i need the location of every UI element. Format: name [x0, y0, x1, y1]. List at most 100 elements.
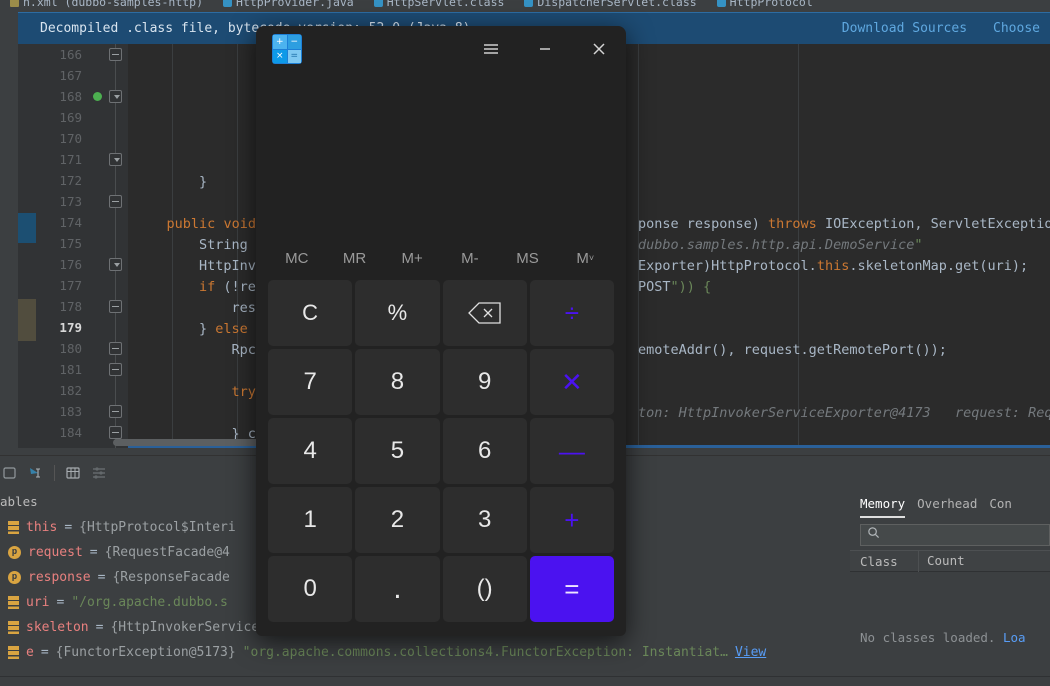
memory-subtract-button[interactable]: M- — [441, 242, 499, 274]
tab-console[interactable]: Con — [989, 496, 1012, 518]
editor-horizontal-scrollbar[interactable] — [113, 439, 278, 446]
class-file-icon — [373, 0, 383, 7]
variable-equals: = — [56, 595, 65, 610]
stack-frame-icon — [8, 646, 19, 659]
settings-table-icon[interactable] — [65, 465, 81, 481]
editor-tab-2[interactable]: HttpServlet.class — [364, 0, 515, 9]
memory-load-classes-link[interactable]: Loa — [1003, 630, 1026, 645]
editor-tab-label: n.xml (dubbo-samples-http) — [23, 0, 204, 9]
stack-frame-icon — [8, 521, 19, 534]
code-folding-column[interactable] — [104, 44, 128, 448]
digit-1-button[interactable]: 1 — [268, 487, 353, 553]
mute-breakpoints-icon[interactable] — [28, 465, 44, 481]
line-number: 169 — [59, 110, 82, 125]
line-number: 177 — [59, 278, 82, 293]
calculator-icon-times: × — [273, 49, 287, 63]
window-controls[interactable] — [464, 26, 626, 72]
backspace-button[interactable] — [442, 280, 527, 346]
memory-clear-button[interactable]: MC — [268, 242, 326, 274]
fold-guide-line — [115, 44, 116, 448]
editor-tab-label: DispatcherServlet.class — [537, 0, 697, 9]
editor-tab-3[interactable]: DispatcherServlet.class — [514, 0, 706, 9]
tab-memory[interactable]: Memory — [860, 496, 906, 518]
minimize-icon[interactable] — [518, 26, 572, 72]
memory-recall-button[interactable]: MR — [326, 242, 384, 274]
choose-sources-link[interactable]: Choose — [993, 21, 1040, 36]
fold-toggle-168[interactable] — [109, 90, 122, 103]
subtract-button[interactable]: — — [529, 418, 614, 484]
memory-panel[interactable]: Memory Overhead Con Class Count No class… — [850, 490, 1050, 686]
digit-7-button[interactable]: 7 — [268, 349, 353, 415]
multiply-button[interactable]: ✕ — [529, 349, 614, 415]
search-icon — [867, 526, 880, 544]
clear-button[interactable]: C — [268, 280, 353, 346]
download-sources-link[interactable]: Download Sources — [842, 21, 967, 36]
digit-9-button[interactable]: 9 — [442, 349, 527, 415]
variable-name: this — [26, 520, 58, 535]
evaluate-expression-icon[interactable] — [2, 465, 18, 481]
variable-name: request — [28, 545, 83, 560]
digit-8-button[interactable]: 8 — [355, 349, 440, 415]
line-number: 182 — [59, 383, 82, 398]
add-button[interactable]: + — [529, 487, 614, 553]
fold-toggle-181[interactable] — [109, 363, 122, 376]
percent-button[interactable]: % — [355, 280, 440, 346]
variable-equals: = — [97, 570, 106, 585]
fold-toggle-180[interactable] — [109, 342, 122, 355]
digit-2-button[interactable]: 2 — [355, 487, 440, 553]
calculator-window[interactable]: + − × = MCMRM+M-MSM˅ C% ÷ 789✕ — [256, 26, 626, 636]
line-number: 170 — [59, 131, 82, 146]
editor-tab-4[interactable]: HttpProtocol — [707, 0, 823, 9]
stack-frame-icon — [8, 621, 19, 634]
digit-4-button[interactable]: 4 — [268, 418, 353, 484]
screen: n.xml (dubbo-samples-http) HttpProvider.j… — [0, 0, 1050, 686]
editor-gutter[interactable] — [18, 44, 36, 448]
memory-dropdown-button[interactable]: M ˅ — [556, 242, 614, 274]
fold-toggle-178[interactable] — [109, 300, 122, 313]
memory-empty-state: No classes loaded. Loa — [850, 630, 1050, 645]
line-number: 172 — [59, 173, 82, 188]
memory-add-button[interactable]: M+ — [383, 242, 441, 274]
variable-extra: "org.apache.commons.collections4.Functor… — [242, 645, 728, 660]
fold-toggle-166[interactable] — [109, 48, 122, 61]
fold-toggle-184[interactable] — [109, 426, 122, 439]
digit-5-button[interactable]: 5 — [355, 418, 440, 484]
line-number: 178 — [59, 299, 82, 314]
fold-toggle-176[interactable] — [109, 258, 122, 271]
fold-toggle-171[interactable] — [109, 153, 122, 166]
fold-toggle-183[interactable] — [109, 405, 122, 418]
digit-3-button[interactable]: 3 — [442, 487, 527, 553]
hamburger-menu-icon[interactable] — [464, 26, 518, 72]
line-number: 171 — [59, 152, 82, 167]
calculator-title-bar[interactable]: + − × = — [256, 26, 626, 72]
line-number: 180 — [59, 341, 82, 356]
close-icon[interactable] — [572, 26, 626, 72]
memory-search-input[interactable] — [860, 524, 1050, 546]
variable-row[interactable]: e = {FunctorException@5173} "org.apache.com… — [0, 640, 850, 665]
memory-store-button[interactable]: MS — [499, 242, 557, 274]
inspection-bulb-icon[interactable] — [93, 92, 102, 101]
memory-table-header: Class Count — [850, 550, 1050, 572]
digit-0-button[interactable]: 0 — [268, 556, 353, 622]
editor-tab-label: HttpServlet.class — [386, 0, 505, 9]
calculator-icon-equals: = — [287, 49, 301, 63]
variable-equals: = — [64, 520, 73, 535]
divide-button[interactable]: ÷ — [529, 280, 614, 346]
equals-button[interactable]: = — [529, 556, 614, 622]
tab-overhead[interactable]: Overhead — [917, 496, 977, 518]
editor-tab-0[interactable]: n.xml (dubbo-samples-http) — [0, 0, 213, 9]
view-value-link[interactable]: View — [735, 645, 766, 660]
fold-toggle-173[interactable] — [109, 195, 122, 208]
parentheses-button[interactable]: () — [442, 556, 527, 622]
decimal-button[interactable]: . — [355, 556, 440, 622]
editor-tab-1[interactable]: HttpProvider.java — [213, 0, 364, 9]
layout-settings-icon[interactable] — [91, 465, 107, 481]
variable-value: {ResponseFacade — [112, 570, 230, 585]
variable-equals: = — [95, 620, 104, 635]
editor-tab-strip: n.xml (dubbo-samples-http) HttpProvider.j… — [0, 0, 1050, 10]
digit-6-button[interactable]: 6 — [442, 418, 527, 484]
calculator-keypad[interactable]: C% ÷ 7 8 9 ✕ 4 5 6— 1 2 3 +0.() = — [256, 276, 626, 636]
memory-panel-tabs[interactable]: Memory Overhead Con — [850, 490, 1050, 518]
line-number: 184 — [59, 425, 82, 440]
memory-button-row[interactable]: MC MR M+ M- MS M ˅ — [256, 240, 626, 276]
